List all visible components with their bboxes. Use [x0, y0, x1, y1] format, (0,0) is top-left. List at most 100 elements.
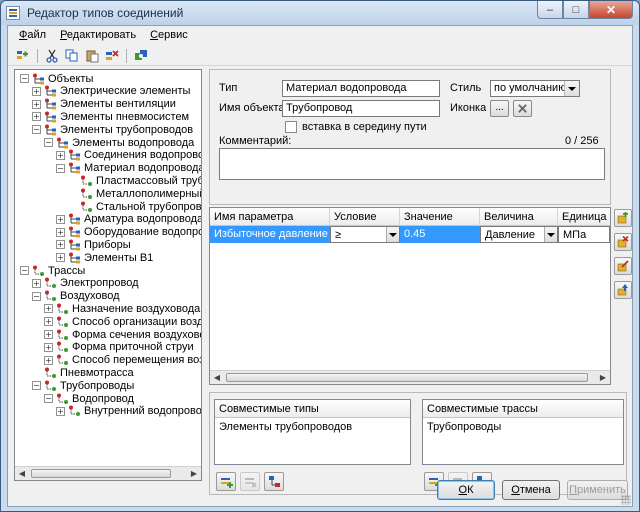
- expand-icon[interactable]: +: [32, 86, 41, 96]
- paste-button[interactable]: [83, 48, 101, 64]
- collapse-icon[interactable]: −: [44, 138, 53, 147]
- tree-scroll-thumb[interactable]: [31, 469, 171, 478]
- tree-node[interactable]: + Элементы пневмосистем: [32, 110, 189, 123]
- scroll-left-icon[interactable]: ◀: [210, 371, 224, 384]
- maximize-button[interactable]: □: [563, 1, 589, 19]
- tree-node[interactable]: + Приборы: [56, 238, 131, 251]
- comment-textarea[interactable]: [219, 148, 605, 180]
- pick-compatible-type-button[interactable]: [264, 472, 284, 491]
- expand-icon[interactable]: +: [56, 214, 65, 224]
- tree-node[interactable]: + Форма сечения воздуховода: [44, 328, 201, 341]
- tree-node[interactable]: − Материал водопровода: [56, 162, 201, 175]
- tree-node[interactable]: + Назначение воздуховода: [44, 302, 200, 315]
- grid-horizontal-scrollbar[interactable]: ◀ ▶: [210, 370, 610, 384]
- move-parameter-button[interactable]: [614, 281, 632, 299]
- expand-icon[interactable]: +: [56, 253, 65, 263]
- tree-node[interactable]: + Элементы В1: [56, 251, 153, 264]
- col-value[interactable]: Значение: [400, 208, 480, 226]
- col-condition[interactable]: Условие: [330, 208, 400, 226]
- tree-node[interactable]: − Элементы водопровода: [44, 136, 194, 149]
- collapse-icon[interactable]: −: [56, 163, 65, 173]
- collapse-icon[interactable]: −: [32, 125, 41, 135]
- tree-node[interactable]: − Объекты: [20, 72, 93, 85]
- collapse-icon[interactable]: −: [20, 266, 29, 275]
- grid-scroll-thumb[interactable]: [226, 373, 588, 382]
- expand-icon[interactable]: +: [56, 227, 65, 237]
- insert-mid-path-checkbox[interactable]: [285, 121, 297, 133]
- type-field[interactable]: Материал водопровода: [282, 80, 440, 97]
- delete-button[interactable]: [103, 48, 121, 64]
- expand-icon[interactable]: +: [56, 150, 65, 160]
- minimize-button[interactable]: –: [537, 1, 563, 19]
- tree-node[interactable]: − Трубопроводы: [32, 379, 134, 392]
- col-param-name[interactable]: Имя параметра: [210, 208, 330, 226]
- tree-node[interactable]: + Соединения водопровода: [56, 149, 201, 162]
- collapse-icon[interactable]: −: [44, 394, 53, 403]
- expand-icon[interactable]: +: [44, 355, 53, 365]
- icon-clear-button[interactable]: [513, 100, 532, 117]
- settings-button[interactable]: [132, 48, 150, 64]
- title-bar[interactable]: Редактор типов соединений – □ ✕: [1, 1, 639, 25]
- parameters-grid[interactable]: Имя параметра Условие Значение Величина …: [209, 207, 611, 385]
- cell-param-name[interactable]: Избыточное давление: [210, 226, 330, 243]
- list-item[interactable]: Элементы трубопроводов: [215, 418, 410, 436]
- style-select[interactable]: по умолчанию: [490, 80, 580, 97]
- expand-icon[interactable]: +: [32, 112, 41, 122]
- menu-file[interactable]: Файл: [12, 26, 53, 46]
- tree-node[interactable]: + Элементы вентиляции: [32, 98, 176, 111]
- cell-value[interactable]: 0.45: [400, 226, 480, 243]
- ok-button[interactable]: ОК: [437, 480, 495, 500]
- remove-compatible-type-button[interactable]: [240, 472, 260, 491]
- expand-icon[interactable]: +: [56, 406, 65, 416]
- collapse-icon[interactable]: −: [32, 291, 41, 301]
- cell-quantity[interactable]: Давление: [480, 226, 558, 243]
- cancel-button[interactable]: Отмена: [502, 480, 560, 500]
- tree-node[interactable]: Пластмассовый трубо: [68, 174, 201, 187]
- tree-node[interactable]: − Воздуховод: [32, 290, 120, 303]
- scroll-right-icon[interactable]: ▶: [596, 371, 610, 384]
- expand-icon[interactable]: +: [44, 330, 53, 339]
- close-button[interactable]: ✕: [589, 1, 633, 19]
- object-name-field[interactable]: Трубопровод: [282, 100, 440, 117]
- remove-parameter-button[interactable]: [614, 233, 632, 251]
- cut-button[interactable]: [43, 48, 61, 64]
- expand-icon[interactable]: +: [56, 240, 65, 250]
- menu-service[interactable]: Сервис: [143, 26, 195, 46]
- tree-node[interactable]: − Трассы: [20, 264, 85, 277]
- apply-button[interactable]: Применить: [567, 480, 628, 500]
- tree-node[interactable]: − Водопровод: [44, 392, 134, 405]
- add-parameter-button[interactable]: [614, 209, 632, 227]
- resize-grip[interactable]: [621, 495, 631, 505]
- expand-icon[interactable]: +: [32, 278, 41, 288]
- tree-node[interactable]: + Оборудование водопровод: [56, 226, 201, 239]
- table-row[interactable]: Избыточное давление ≥ 0.45 Давление МПа: [210, 226, 610, 243]
- collapse-icon[interactable]: −: [32, 381, 41, 391]
- icon-browse-button[interactable]: ...: [490, 100, 509, 117]
- scroll-left-icon[interactable]: ◀: [15, 467, 29, 480]
- compatible-routes-list[interactable]: Совместимые трассы Трубопроводы: [422, 399, 624, 465]
- collapse-icon[interactable]: −: [20, 74, 29, 83]
- tree-node[interactable]: + Форма приточной струи: [44, 341, 194, 354]
- tree-node[interactable]: + Внутренний водопровод: [56, 405, 201, 418]
- expand-icon[interactable]: +: [44, 304, 53, 314]
- cell-condition[interactable]: ≥: [330, 226, 400, 243]
- edit-parameter-button[interactable]: [614, 257, 632, 275]
- list-item[interactable]: Трубопроводы: [423, 418, 623, 436]
- tree-node[interactable]: Стальной трубопровод: [68, 200, 201, 213]
- tree-node[interactable]: + Арматура водопровода: [56, 213, 201, 226]
- expand-icon[interactable]: +: [32, 99, 41, 109]
- menu-edit[interactable]: Редактировать: [53, 26, 143, 46]
- types-tree[interactable]: − Объекты + Электрические элементы + Элементы…: [14, 69, 202, 481]
- copy-button[interactable]: [63, 48, 81, 64]
- tree-horizontal-scrollbar[interactable]: ◀ ▶: [15, 466, 201, 480]
- tree-node[interactable]: Металлополимерный т: [68, 187, 201, 200]
- col-quantity[interactable]: Величина: [480, 208, 558, 226]
- col-unit[interactable]: Единица: [558, 208, 610, 226]
- tree-node[interactable]: + Способ организации воздухо: [44, 315, 201, 328]
- expand-icon[interactable]: +: [44, 317, 53, 327]
- add-compatible-type-button[interactable]: [216, 472, 236, 491]
- tree-node[interactable]: − Элементы трубопроводов: [32, 123, 193, 136]
- scroll-right-icon[interactable]: ▶: [187, 467, 201, 480]
- tree-node[interactable]: + Электропровод: [32, 277, 139, 290]
- expand-icon[interactable]: +: [44, 342, 53, 352]
